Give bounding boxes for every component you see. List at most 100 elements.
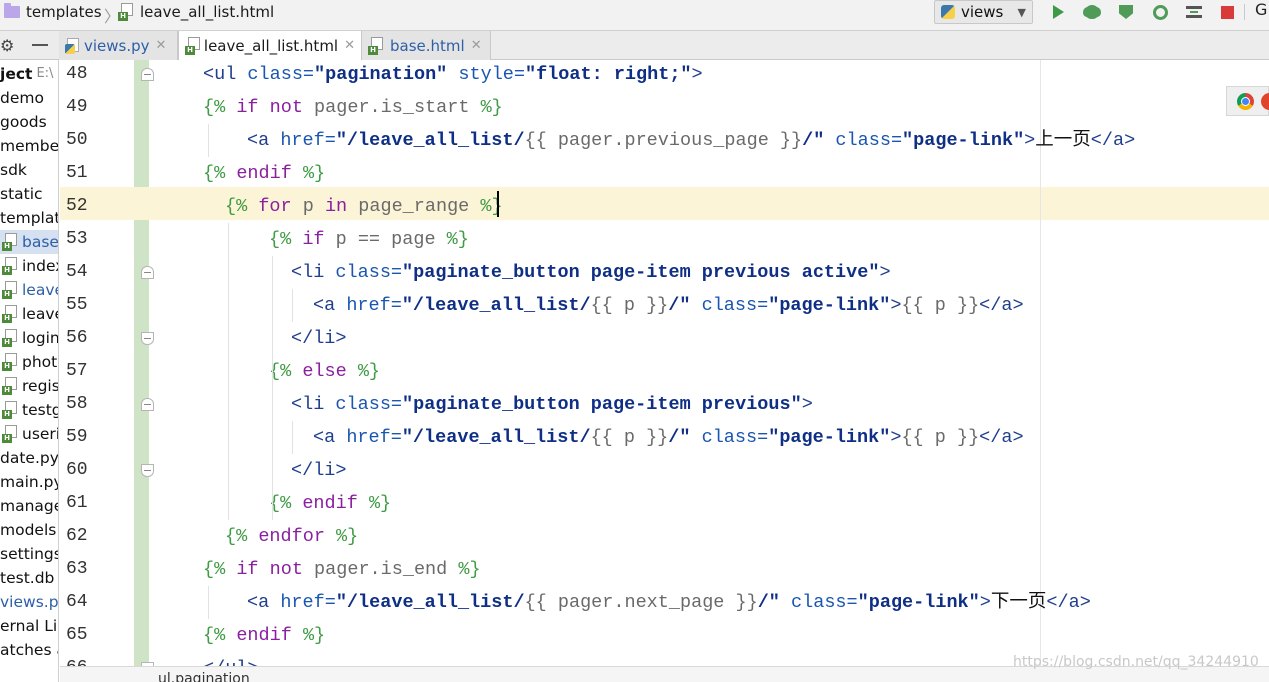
project-root[interactable]: ject E:\ [0, 62, 53, 86]
fold-marker-icon[interactable] [141, 332, 154, 345]
code-line[interactable]: 62 {% endfor %} [60, 520, 1269, 553]
code-token: else [302, 361, 358, 382]
sidebar-item[interactable]: manage [0, 494, 59, 518]
code-line[interactable]: 55 <a href="/leave_all_list/{{ p }}/" cla… [60, 289, 1269, 322]
code-token: class= [335, 262, 403, 283]
code-token: endif [236, 163, 303, 184]
code-token: %} [480, 97, 503, 118]
code-text: <a href="/leave_all_list/{{ pager.next_p… [247, 586, 1091, 619]
code-token: %} [458, 559, 481, 580]
sidebar-item[interactable]: Hregis [0, 374, 59, 398]
code-token: {% [203, 559, 237, 580]
sidebar-item[interactable]: template [0, 206, 58, 230]
code-line[interactable]: 54 <li class="paginate_button page-item p… [60, 256, 1269, 289]
sidebar-item[interactable]: Hindex [0, 254, 58, 278]
breadcrumb-folder-label: templates [26, 3, 102, 21]
sidebar-item[interactable]: Htestg [0, 398, 58, 422]
sidebar-item-label: test.db [0, 569, 55, 587]
editor-breadcrumb[interactable]: ul.pagination [158, 671, 250, 682]
profile-icon [1152, 4, 1168, 20]
code-text: {% endif %} [203, 619, 325, 652]
stop-button[interactable] [1216, 2, 1238, 22]
code-line[interactable]: 64 <a href="/leave_all_list/{{ pager.next… [60, 586, 1269, 619]
sidebar-item[interactable]: static [0, 182, 43, 206]
sidebar-item[interactable]: Hleave [0, 302, 58, 326]
breadcrumb-folder[interactable]: templates [4, 0, 102, 24]
code-text: {% endif %} [269, 487, 391, 520]
breadcrumb-file[interactable]: H leave_all_list.html [118, 0, 274, 24]
sidebar-item[interactable]: sdk [0, 158, 27, 182]
code-token: <li [291, 262, 336, 283]
sidebar-item[interactable]: Hleave [0, 278, 58, 302]
code-token: %} [302, 163, 326, 184]
profile-button[interactable] [1149, 2, 1171, 22]
sidebar-item[interactable]: atches ar [0, 638, 58, 662]
sidebar-item[interactable]: member [0, 134, 58, 158]
sidebar-item[interactable]: settings [0, 542, 58, 566]
code-text: {% if not pager.is_start %} [203, 91, 503, 124]
firefox-icon[interactable] [1261, 93, 1269, 110]
close-icon[interactable]: ✕ [344, 38, 355, 53]
sidebar-item[interactable]: views.py [0, 590, 58, 614]
code-token: > [979, 592, 991, 613]
code-editor[interactable]: 48 <ul class="pagination" style="float: r… [60, 60, 1269, 666]
browser-preview-popup [1226, 86, 1269, 116]
sidebar-item[interactable]: main.py [0, 470, 59, 494]
sidebar-item[interactable]: test.db [0, 566, 54, 590]
sidebar-item-label: main.py [0, 473, 59, 491]
code-line[interactable]: 58 <li class="paginate_button page-item p… [60, 388, 1269, 421]
tab-leave-all-list-html[interactable]: H leave_all_list.html ✕ [178, 31, 362, 60]
code-token: %} [480, 196, 503, 217]
chrome-icon[interactable] [1237, 93, 1254, 110]
code-line[interactable]: 61 {% endif %} [60, 487, 1269, 520]
sidebar-item[interactable]: date.py [0, 446, 58, 470]
tab-base-html[interactable]: H base.html ✕ [362, 31, 491, 60]
fold-marker-icon[interactable] [141, 464, 154, 477]
debug-button[interactable] [1081, 2, 1103, 22]
code-line[interactable]: 60 </li> [60, 454, 1269, 487]
code-text: <li class="paginate_button page-item pre… [291, 388, 813, 421]
sidebar-item[interactable]: Hphot [0, 350, 57, 374]
code-line[interactable]: 48 <ul class="pagination" style="float: r… [60, 60, 1269, 91]
code-token: <a [313, 295, 347, 316]
gear-icon[interactable]: ⚙ [0, 36, 14, 55]
sidebar-item[interactable]: Hbase [0, 230, 58, 254]
sidebar-item[interactable]: demo [0, 86, 44, 110]
close-icon[interactable]: ✕ [471, 38, 482, 53]
run-button[interactable] [1047, 2, 1069, 22]
collapse-icon[interactable] [32, 44, 48, 46]
fold-marker-icon[interactable] [141, 266, 154, 279]
code-line[interactable]: 51 {% endif %} [60, 157, 1269, 190]
code-line[interactable]: 49 {% if not pager.is_start %} [60, 91, 1269, 124]
navigation-bar: templates 〉 H leave_all_list.html views … [0, 0, 1269, 31]
sidebar-item[interactable]: goods [0, 110, 47, 134]
sidebar-item-label: manage [0, 497, 59, 515]
code-line[interactable]: 53 {% if p == page %} [60, 223, 1269, 256]
code-line[interactable]: 56 </li> [60, 322, 1269, 355]
concurrency-button[interactable] [1183, 2, 1205, 22]
sidebar-item-label: goods [0, 113, 47, 131]
indent-guide [292, 421, 293, 454]
code-line[interactable]: 57 {% else %} [60, 355, 1269, 388]
code-token: %} [302, 625, 326, 646]
html-file-icon: H [2, 377, 18, 395]
coverage-button[interactable] [1115, 2, 1137, 22]
sidebar-item[interactable]: models. [0, 518, 58, 542]
sidebar-item[interactable]: Huseri [0, 422, 58, 446]
code-line[interactable]: 50 <a href="/leave_all_list/{{ pager.prev… [60, 124, 1269, 157]
sidebar-item[interactable]: Hlogin [0, 326, 58, 350]
code-line[interactable]: 65 {% endif %} [60, 619, 1269, 652]
sidebar-item-label: regis [22, 377, 59, 395]
code-line[interactable]: 63 {% if not pager.is_end %} [60, 553, 1269, 586]
close-icon[interactable]: ✕ [156, 38, 167, 53]
line-number: 60 [66, 460, 88, 480]
search-everywhere-button[interactable]: G [1255, 0, 1267, 19]
code-token: href= [280, 130, 336, 151]
code-line[interactable]: 59 <a href="/leave_all_list/{{ p }}/" cla… [60, 421, 1269, 454]
tab-views-py[interactable]: views.py ✕ [59, 31, 178, 60]
sidebar-item[interactable]: ernal Lib [0, 614, 58, 638]
fold-marker-icon[interactable] [141, 68, 154, 81]
run-configuration-select[interactable]: views ▼ [934, 0, 1033, 24]
code-line[interactable]: 52 {% for p in page_range %} [60, 190, 1269, 223]
fold-marker-icon[interactable] [141, 398, 154, 411]
